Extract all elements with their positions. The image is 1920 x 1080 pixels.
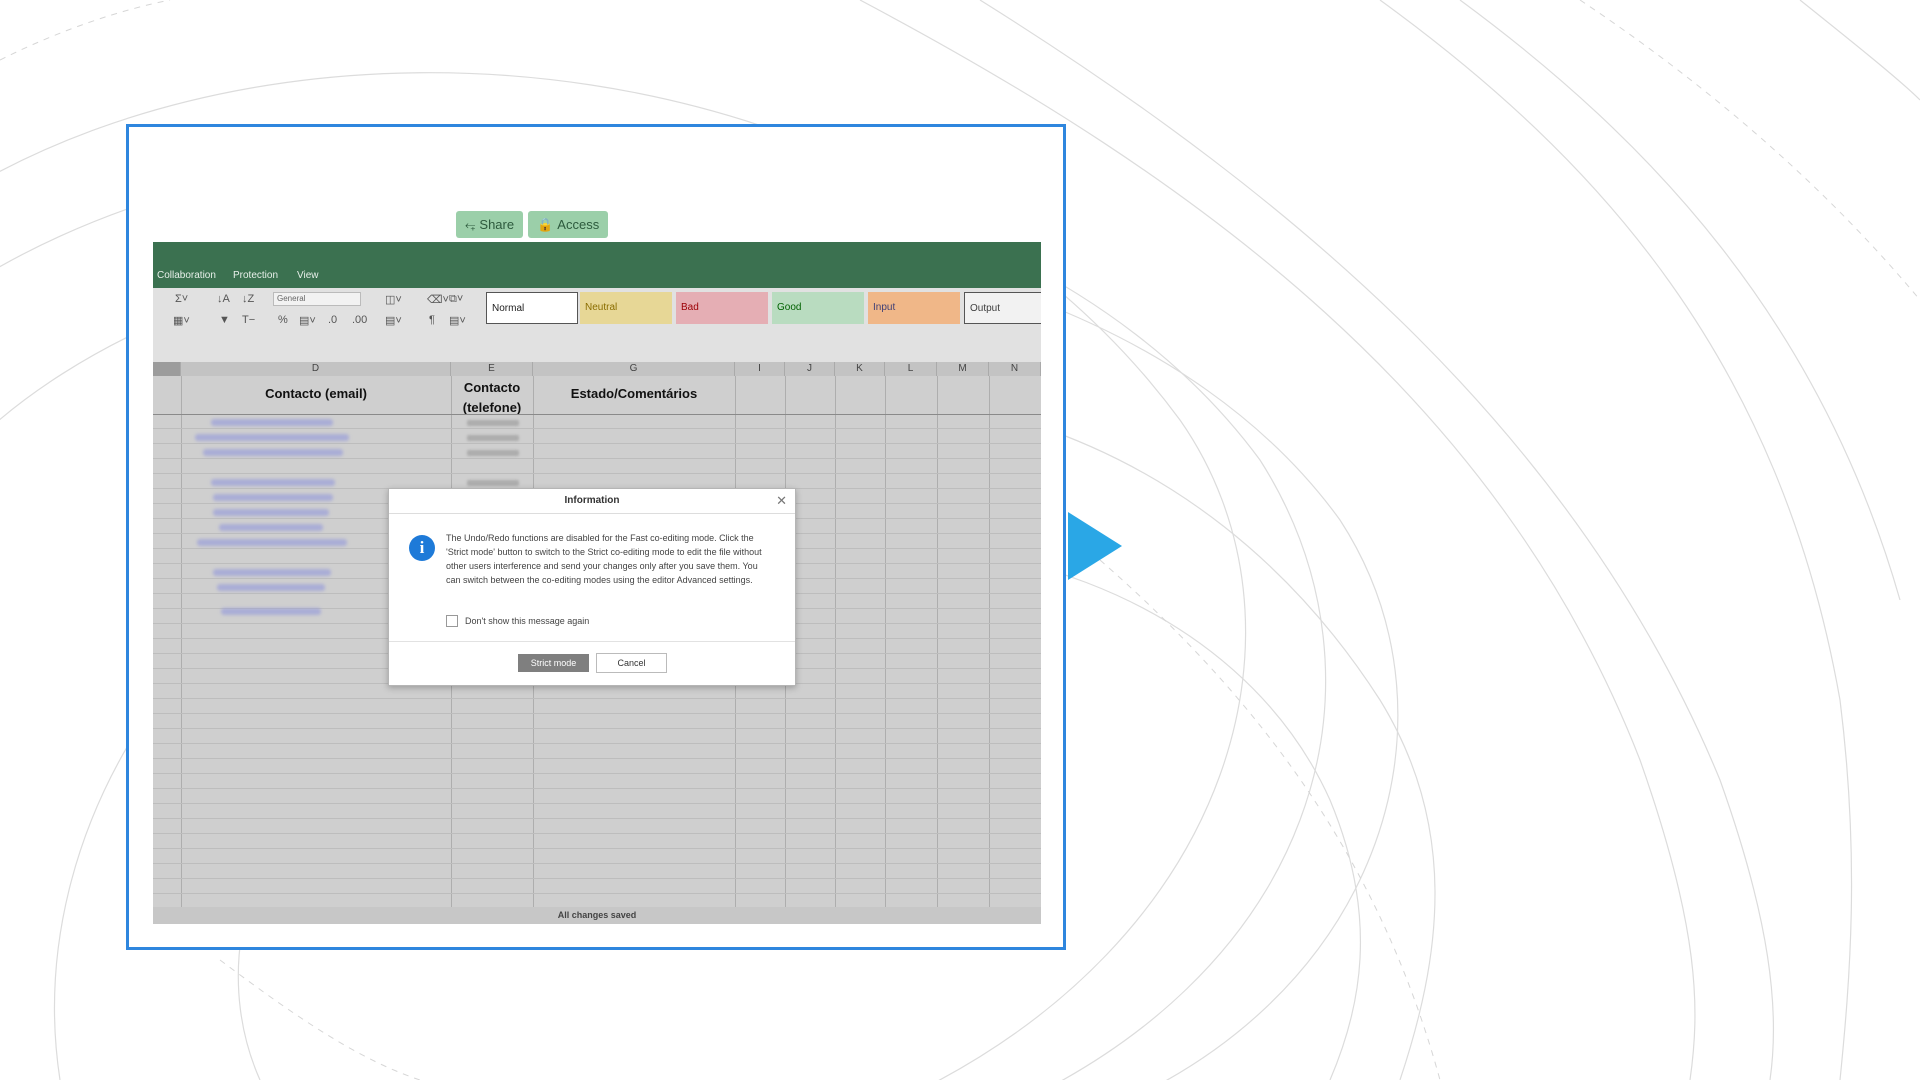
grid-line bbox=[153, 863, 1041, 864]
column-header-e[interactable]: E bbox=[451, 362, 533, 376]
column-header-k[interactable]: K bbox=[835, 362, 885, 376]
row-header-corner bbox=[153, 362, 181, 376]
grid-line bbox=[153, 728, 1041, 729]
information-dialog: Information ✕ i The Undo/Redo functions … bbox=[388, 488, 796, 686]
sum-icon[interactable]: Σ˅ bbox=[175, 293, 188, 305]
grid-line bbox=[153, 803, 1041, 804]
column-header-j[interactable]: J bbox=[785, 362, 835, 376]
grid-line bbox=[885, 376, 886, 907]
dont-show-again[interactable]: Don't show this message again bbox=[446, 615, 589, 627]
grid-line bbox=[153, 428, 1041, 429]
percent-icon[interactable]: % bbox=[278, 314, 288, 326]
grid-line bbox=[153, 758, 1041, 759]
grid-line bbox=[153, 713, 1041, 714]
grid-line bbox=[153, 818, 1041, 819]
redacted-phone bbox=[467, 450, 519, 456]
table-template-icon[interactable]: ▤˅ bbox=[449, 314, 466, 327]
redacted-phone bbox=[467, 435, 519, 441]
status-bar: All changes saved bbox=[153, 907, 1041, 924]
grid-line bbox=[153, 788, 1041, 789]
style-bad[interactable]: Bad bbox=[676, 292, 768, 324]
grid-line bbox=[181, 376, 182, 907]
share-access-bar: ⥆ Share 🔒 Access bbox=[456, 211, 609, 238]
header-phone: Contacto (telefone) bbox=[462, 380, 522, 415]
filter-icon[interactable]: ▼ bbox=[219, 314, 230, 326]
close-icon[interactable]: ✕ bbox=[776, 493, 787, 509]
header-divider bbox=[153, 414, 1041, 415]
info-icon: i bbox=[409, 535, 435, 561]
share-icon: ⥆ bbox=[465, 217, 476, 232]
header-status: Estado/Comentários bbox=[570, 386, 698, 401]
dialog-message: The Undo/Redo functions are disabled for… bbox=[446, 533, 762, 585]
grid-line bbox=[153, 698, 1041, 699]
increase-decimal-icon[interactable]: .00 bbox=[352, 314, 367, 326]
redacted-email bbox=[213, 494, 333, 501]
grid-line bbox=[937, 376, 938, 907]
share-button[interactable]: ⥆ Share bbox=[456, 211, 524, 238]
column-header-m[interactable]: M bbox=[937, 362, 989, 376]
merge-icon[interactable]: ▦˅ bbox=[173, 314, 190, 327]
redacted-phone bbox=[467, 420, 519, 426]
redacted-email bbox=[211, 479, 335, 486]
grid-line bbox=[153, 893, 1041, 894]
grid-line bbox=[989, 376, 990, 907]
column-header-n[interactable]: N bbox=[989, 362, 1041, 376]
dont-show-again-label: Don't show this message again bbox=[465, 616, 590, 626]
number-format-select[interactable]: General bbox=[273, 292, 361, 306]
share-label: Share bbox=[479, 217, 515, 232]
insert-cells-icon[interactable]: ◫˅ bbox=[385, 293, 402, 306]
grid-line bbox=[153, 773, 1041, 774]
header-email: Contacto (email) bbox=[265, 386, 367, 401]
redacted-email bbox=[197, 539, 347, 546]
redacted-email bbox=[219, 524, 323, 531]
decrease-decimal-icon[interactable]: .0 bbox=[328, 314, 337, 326]
lock-icon: 🔒 bbox=[537, 217, 554, 232]
redacted-email bbox=[195, 434, 349, 441]
column-header-i[interactable]: I bbox=[735, 362, 785, 376]
cancel-button[interactable]: Cancel bbox=[596, 653, 667, 673]
sort-descending-icon[interactable]: ↓Z bbox=[242, 293, 254, 305]
menu-collaboration[interactable]: Collaboration bbox=[157, 270, 216, 281]
grid-line bbox=[153, 443, 1041, 444]
redacted-email bbox=[203, 449, 343, 456]
redacted-email bbox=[221, 608, 321, 615]
access-button[interactable]: 🔒 Access bbox=[528, 211, 609, 238]
dialog-divider bbox=[389, 641, 795, 642]
column-header-d[interactable]: D bbox=[181, 362, 451, 376]
dont-show-again-checkbox[interactable] bbox=[446, 615, 458, 627]
grid-line bbox=[153, 833, 1041, 834]
grid-line bbox=[835, 376, 836, 907]
redacted-email bbox=[211, 419, 333, 426]
redacted-phone bbox=[467, 480, 519, 486]
currency-icon[interactable]: ▤˅ bbox=[299, 314, 316, 327]
style-normal[interactable]: Normal bbox=[486, 292, 578, 324]
grid-line bbox=[153, 458, 1041, 459]
grid-line bbox=[153, 473, 1041, 474]
style-output[interactable]: Output bbox=[964, 292, 1041, 324]
grid-line bbox=[153, 848, 1041, 849]
copy-style-icon[interactable]: ⧉˅ bbox=[449, 293, 463, 306]
access-label: Access bbox=[557, 217, 600, 232]
style-good[interactable]: Good bbox=[772, 292, 864, 324]
menu-bar: Collaboration Protection View bbox=[153, 242, 1041, 288]
format-painter-icon[interactable]: ¶ bbox=[429, 314, 435, 326]
grid-line bbox=[153, 878, 1041, 879]
redacted-email bbox=[217, 584, 325, 591]
strict-mode-button[interactable]: Strict mode bbox=[518, 654, 589, 672]
clear-icon[interactable]: ⌫˅ bbox=[427, 293, 449, 306]
column-header-g[interactable]: G bbox=[533, 362, 735, 376]
menu-protection[interactable]: Protection bbox=[233, 270, 278, 281]
delete-cells-icon[interactable]: ▤˅ bbox=[385, 314, 402, 327]
column-header-l[interactable]: L bbox=[885, 362, 937, 376]
style-input[interactable]: Input bbox=[868, 292, 960, 324]
redacted-email bbox=[213, 509, 329, 516]
sort-ascending-icon[interactable]: ↓A bbox=[217, 293, 230, 305]
menu-view[interactable]: View bbox=[297, 270, 319, 281]
pointer-arrow-icon bbox=[1068, 512, 1122, 580]
redacted-email bbox=[213, 569, 331, 576]
grid-line bbox=[153, 743, 1041, 744]
clear-filter-icon[interactable]: T− bbox=[242, 314, 255, 326]
dialog-title: Information bbox=[389, 489, 795, 514]
style-neutral[interactable]: Neutral bbox=[580, 292, 672, 324]
